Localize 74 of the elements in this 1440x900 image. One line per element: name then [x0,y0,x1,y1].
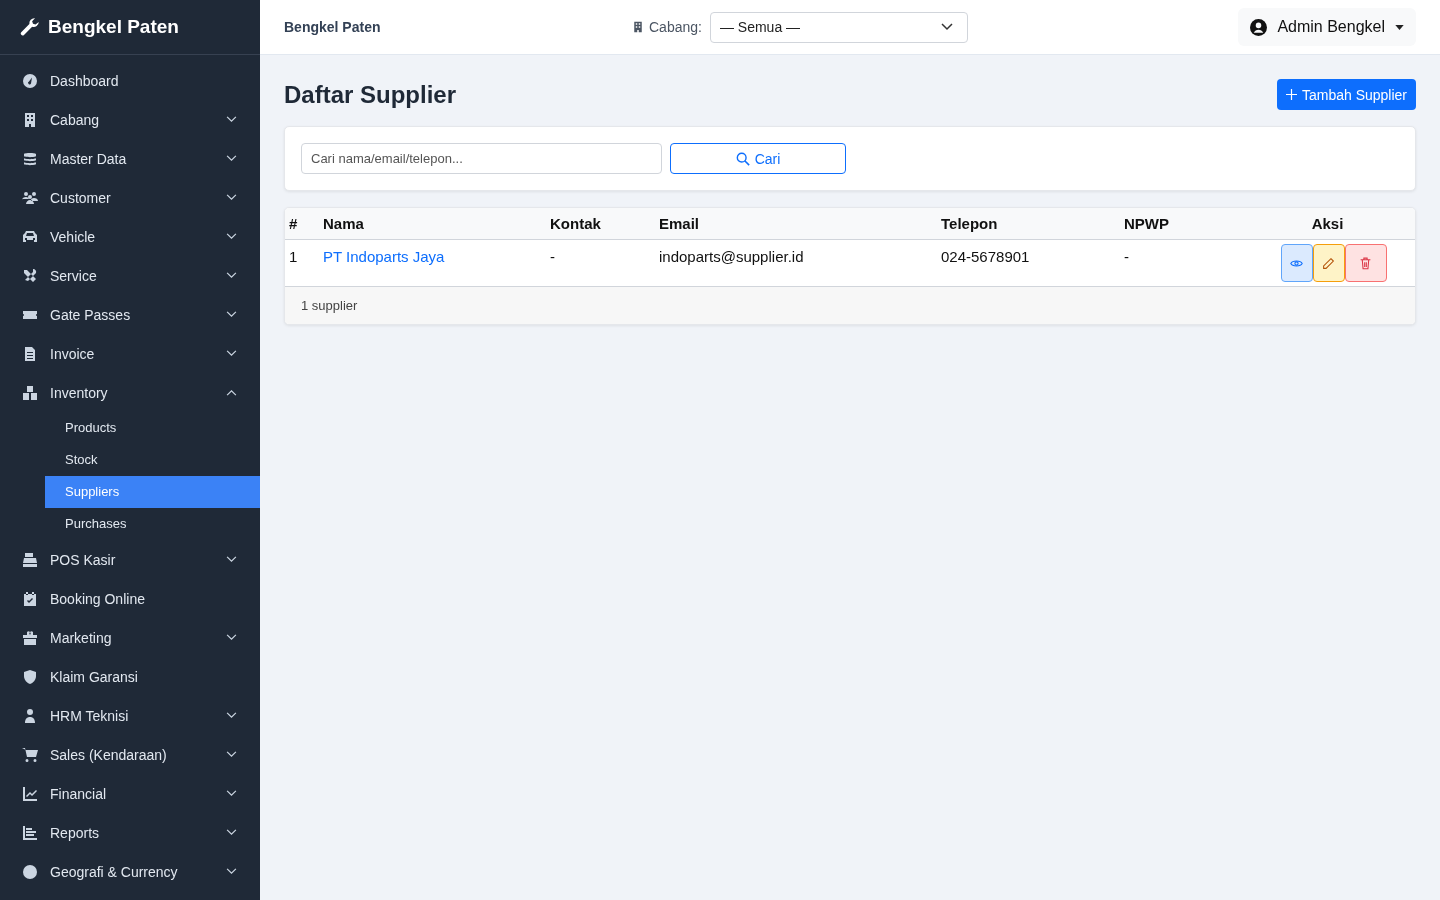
submenu-item[interactable]: Products [45,412,260,444]
submenu-item[interactable]: Suppliers [45,476,260,508]
submenu-item[interactable]: Purchases [45,508,260,540]
user-icon [1250,18,1268,36]
chevron-down-icon [940,23,953,31]
tools-icon [22,267,38,284]
add-supplier-button[interactable]: Tambah Supplier [1276,79,1416,110]
search-button[interactable]: Cari [670,143,846,174]
sidebar-item[interactable]: Customer [0,178,260,217]
users-icon [22,189,38,206]
sidebar-item[interactable]: Vehicle [0,217,260,256]
table-cell: indoparts@supplier.id [655,239,937,287]
supplier-link[interactable]: PT Indoparts Jaya [323,248,445,265]
search-field[interactable]: Cari nama/email/telepon... [301,143,662,174]
column-header: Kontak [546,208,655,240]
car-icon [22,228,38,245]
trash-icon [1359,256,1372,270]
wrench-icon [20,17,40,37]
column-header: Telepon [937,208,1120,240]
line-chart-icon [22,785,38,802]
document-icon [22,345,38,362]
gift-icon [22,629,38,646]
shield-icon [22,668,38,685]
sidebar-item[interactable]: Gate Passes [0,295,260,334]
dashboard-icon [22,72,38,89]
column-header: NPWP [1120,208,1240,240]
technician-icon [22,707,38,724]
database-icon [22,150,38,167]
sidebar-item[interactable]: Klaim Garansi [0,657,260,696]
sidebar-item[interactable]: Service [0,256,260,295]
calendar-check-icon [22,590,38,607]
building-icon [22,111,38,128]
cash-register-icon [22,551,38,568]
table-cell: - [1120,239,1240,287]
sidebar-item[interactable]: Dashboard [0,61,260,100]
submenu-item[interactable]: Stock [45,444,260,476]
search-icon [735,151,750,166]
cart-icon [22,746,38,763]
sidebar-item[interactable]: Invoice [0,334,260,373]
column-header: Aksi [1240,208,1415,240]
sidebar-item[interactable]: Geografi & Currency [0,852,260,891]
edit-button[interactable] [1312,244,1345,282]
table-cell: - [546,239,655,287]
column-header: Email [655,208,937,240]
sidebar-item[interactable]: Reports [0,813,260,852]
sidebar-item[interactable]: Financial [0,774,260,813]
column-header: # [285,208,319,240]
branch-label: Cabang: [649,19,702,35]
table-cell: 1 [285,239,319,287]
user-menu-button[interactable]: Admin Bengkel [1238,8,1416,46]
eye-icon [1290,258,1303,268]
boxes-icon [22,384,38,401]
column-header: Nama [319,208,546,240]
app-title: Bengkel Paten [284,19,382,35]
sidebar-item[interactable]: Marketing [0,618,260,657]
building-icon [632,20,644,34]
sidebar-item[interactable]: POS Kasir [0,540,260,579]
sidebar-item[interactable]: Cabang [0,100,260,139]
caret-down-icon [1395,24,1404,30]
sidebar-item[interactable]: Inventory [0,373,260,412]
view-button[interactable] [1280,244,1313,282]
sidebar-item[interactable]: Booking Online [0,579,260,618]
sidebar-item[interactable]: HRM Teknisi [0,696,260,735]
plus-icon [1285,89,1297,100]
brand-name: Bengkel Paten [48,16,179,38]
sidebar-item[interactable]: Sales (Kendaraan) [0,735,260,774]
delete-button[interactable] [1344,244,1387,282]
page-title: Daftar Supplier [284,80,457,109]
record-count: 1 supplier [301,298,358,313]
table-cell: 024-5678901 [937,239,1120,287]
sidebar-item[interactable]: Master Data [0,139,260,178]
pencil-icon [1322,256,1335,270]
branch-select[interactable]: — Semua — [709,11,968,43]
bar-list-icon [22,824,38,841]
